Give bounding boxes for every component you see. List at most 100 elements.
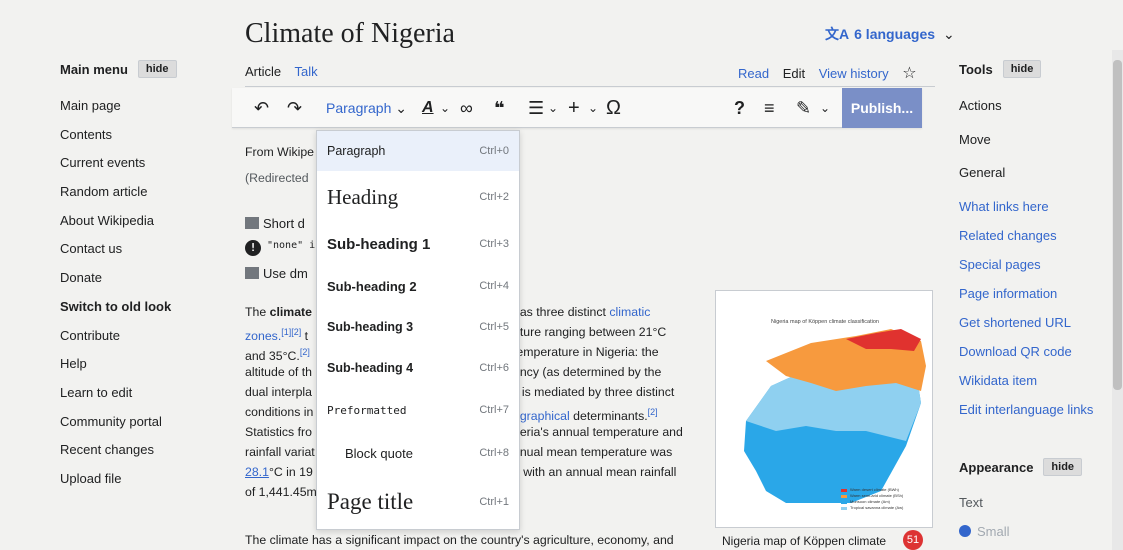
paragraph-line: The climate xyxy=(245,305,312,319)
tools-heading: Tools hide xyxy=(959,60,1109,82)
tools-page-information[interactable]: Page information xyxy=(959,279,1109,308)
format-option-sub-heading-2[interactable]: Sub-heading 2 Ctrl+4 xyxy=(317,265,519,307)
tools-menu: Tools hide Actions Move General What link… xyxy=(959,60,1109,546)
translate-icon: 文A xyxy=(825,26,850,42)
switch-to-old-look[interactable]: Switch to old look xyxy=(60,293,220,322)
text-style-icon[interactable]: A xyxy=(422,88,434,128)
tools-special-pages[interactable]: Special pages xyxy=(959,250,1109,279)
redirected-text: (Redirected xyxy=(245,171,309,185)
format-option-sub-heading-3[interactable]: Sub-heading 3 Ctrl+5 xyxy=(317,307,519,347)
format-option-page-title[interactable]: Page title Ctrl+1 xyxy=(317,475,519,529)
chevron-down-icon: ⌄ xyxy=(588,101,599,115)
figure-caption: Nigeria map of Köppen climate xyxy=(722,534,887,548)
paragraph-line: ency (as determined by the xyxy=(513,365,662,379)
paragraph-line: geria's annual temperature and xyxy=(513,425,683,439)
special-character-icon[interactable]: Ω xyxy=(606,88,621,128)
paragraph-format-dropdown[interactable]: Paragraph ⌄ xyxy=(326,88,407,128)
list-icon[interactable]: ☰ xyxy=(528,88,544,128)
tab-read[interactable]: Read xyxy=(738,66,769,81)
map-figure[interactable]: Nigeria map of Köppen climate classifica… xyxy=(715,290,933,528)
nav-recent-changes[interactable]: Recent changes xyxy=(60,436,220,465)
puzzle-icon xyxy=(245,267,259,279)
format-option-preformatted[interactable]: Preformatted Ctrl+7 xyxy=(317,389,519,431)
format-option-block-quote[interactable]: Block quote Ctrl+8 xyxy=(317,431,519,475)
main-menu: Main menu hide Main page Contents Current… xyxy=(60,60,220,494)
paragraph-line: 7 with an annual mean rainfall xyxy=(513,465,677,479)
nav-upload-file[interactable]: Upload file xyxy=(60,465,220,494)
chevron-down-icon: ⌄ xyxy=(548,101,559,115)
tools-what-links-here[interactable]: What links here xyxy=(959,192,1109,221)
appearance-text-label: Text xyxy=(959,495,983,510)
format-option-sub-heading-1[interactable]: Sub-heading 1 Ctrl+3 xyxy=(317,223,519,265)
nav-learn-to-edit[interactable]: Learn to edit xyxy=(60,379,220,408)
publish-button[interactable]: Publish... xyxy=(842,88,922,128)
chevron-down-icon: ⌄ xyxy=(820,101,831,115)
nav-contents[interactable]: Contents xyxy=(60,121,220,150)
paragraph-line: conditions in xyxy=(245,405,314,419)
tools-move[interactable]: Move xyxy=(959,125,1109,154)
quote-icon[interactable]: ❝ xyxy=(494,88,505,128)
undo-icon[interactable]: ↶ xyxy=(254,88,269,128)
tools-wikidata-item[interactable]: Wikidata item xyxy=(959,366,1109,395)
tab-talk[interactable]: Talk xyxy=(295,64,318,79)
help-icon[interactable]: ? xyxy=(734,88,745,128)
nav-donate[interactable]: Donate xyxy=(60,264,220,293)
paragraph-line: temperature in Nigeria: the xyxy=(513,345,659,359)
short-description-row: Short d xyxy=(245,214,305,234)
tab-edit[interactable]: Edit xyxy=(783,66,805,81)
language-button[interactable]: 文A 6 languages ⌄ xyxy=(825,24,955,44)
editor-toolbar: ↶ ↷ Paragraph ⌄ A ⌄ ∞ ❝ ☰ ⌄ + ⌄ Ω ? ≡ ✎ … xyxy=(232,88,922,128)
link-icon[interactable]: ∞ xyxy=(460,88,473,128)
insert-icon[interactable]: + xyxy=(568,88,580,128)
tab-article[interactable]: Article xyxy=(245,64,281,79)
nav-contact-us[interactable]: Contact us xyxy=(60,235,220,264)
paragraph-line: of 1,441.45m xyxy=(245,485,317,499)
tab-divider xyxy=(245,86,935,87)
text-size-small-option[interactable]: Small xyxy=(959,517,1109,546)
tools-general: General xyxy=(959,165,1006,180)
tools-get-shortened-url[interactable]: Get shortened URL xyxy=(959,308,1109,337)
from-wikipedia-text: From Wikipe xyxy=(245,145,315,159)
nav-about-wikipedia[interactable]: About Wikipedia xyxy=(60,207,220,236)
scrollbar-thumb[interactable] xyxy=(1113,60,1122,390)
tools-edit-interlanguage-links[interactable]: Edit interlanguage links xyxy=(959,395,1109,424)
nav-random-article[interactable]: Random article xyxy=(60,178,220,207)
format-dropdown-menu: Paragraph Ctrl+0 Heading Ctrl+2 Sub-headin… xyxy=(316,130,520,530)
chevron-down-icon: ⌄ xyxy=(395,100,408,116)
warning-row: ! "none" i xyxy=(245,236,315,256)
nav-community-portal[interactable]: Community portal xyxy=(60,408,220,437)
map-legend: Warm desert climate (BWh) Warm semi-arid… xyxy=(850,487,904,510)
menu-icon[interactable]: ≡ xyxy=(764,88,775,128)
edit-mode-icon[interactable]: ✎ xyxy=(796,88,811,128)
watch-star-icon[interactable]: ☆ xyxy=(902,65,916,82)
paragraph-line: rainfall variat xyxy=(245,445,315,459)
tools-hide-button[interactable]: hide xyxy=(1002,60,1042,78)
puzzle-icon xyxy=(245,217,259,229)
bottom-paragraph: The climate has a significant impact on … xyxy=(245,533,674,547)
chevron-down-icon: ⌄ xyxy=(440,101,451,115)
tools-actions: Actions xyxy=(959,98,1002,113)
tab-view-history[interactable]: View history xyxy=(819,66,889,81)
nav-help[interactable]: Help xyxy=(60,350,220,379)
tools-related-changes[interactable]: Related changes xyxy=(959,221,1109,250)
nav-main-page[interactable]: Main page xyxy=(60,92,220,121)
paragraph-line: has three distinct climatic xyxy=(513,305,651,319)
format-option-sub-heading-4[interactable]: Sub-heading 4 Ctrl+6 xyxy=(317,347,519,389)
redo-icon[interactable]: ↷ xyxy=(287,88,302,128)
nav-contribute[interactable]: Contribute xyxy=(60,322,220,351)
paragraph-line: Statistics fro xyxy=(245,425,312,439)
nav-current-events[interactable]: Current events xyxy=(60,149,220,178)
format-option-heading[interactable]: Heading Ctrl+2 xyxy=(317,171,519,223)
tools-download-qr-code[interactable]: Download QR code xyxy=(959,337,1109,366)
main-menu-heading: Main menu hide xyxy=(60,60,220,82)
paragraph-line: ature ranging between 21°C xyxy=(513,325,667,339)
notification-badge[interactable]: 51 xyxy=(903,530,923,550)
appearance-heading: Appearance hide xyxy=(959,458,1109,480)
main-menu-hide-button[interactable]: hide xyxy=(137,60,177,78)
page-title: Climate of Nigeria xyxy=(245,18,455,49)
radio-icon xyxy=(959,525,971,537)
format-option-paragraph[interactable]: Paragraph Ctrl+0 xyxy=(317,131,519,171)
appearance-hide-button[interactable]: hide xyxy=(1043,458,1083,476)
paragraph-line: 28.1°C in 19 xyxy=(245,465,313,479)
paragraph-line: ll is mediated by three distinct xyxy=(513,385,675,399)
